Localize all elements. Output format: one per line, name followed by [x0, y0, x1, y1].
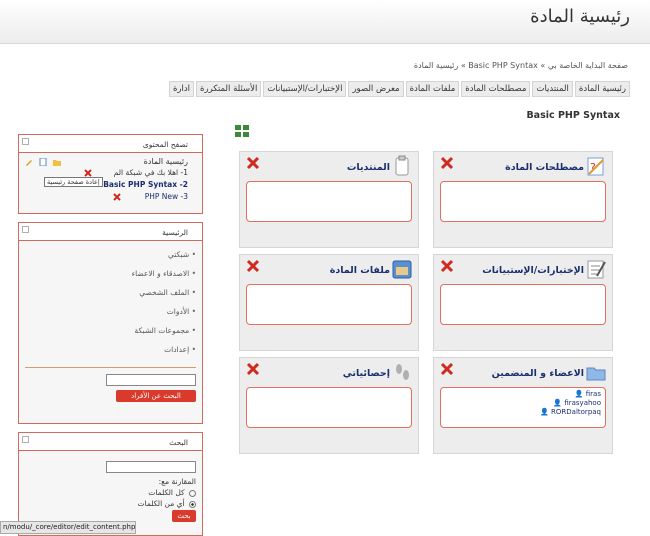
tree-item-3[interactable]: PHP New -3: [145, 192, 188, 201]
close-icon[interactable]: [440, 259, 454, 273]
forums-icon: [395, 155, 409, 176]
panel-glossary-title[interactable]: مصطلحات المادة: [505, 162, 584, 173]
edit-pencil-icon[interactable]: [25, 158, 33, 166]
user-icon: 👤: [574, 390, 584, 398]
people-search-input[interactable]: [106, 374, 196, 386]
panel-members-body: firas 👤 firasyahoo 👤 RORDaltorpaq 👤: [440, 387, 606, 428]
people-search-button[interactable]: البحث عن الأفراد: [116, 390, 196, 402]
radio-button-selected[interactable]: [189, 500, 196, 508]
tab-quizzes[interactable]: الإختبارات/الإستبيانات: [263, 81, 347, 97]
menu-item-tools[interactable]: الأدوات: [19, 302, 202, 321]
tab-admin[interactable]: ادارة: [168, 81, 195, 97]
content-tree: رئيسية المادة 1- اهلا بك في شبكة الم إعا…: [19, 153, 202, 205]
radio-button[interactable]: [189, 489, 196, 497]
breadcrumb[interactable]: صفحة البداية الخاصة بي » Basic PHP Synta…: [414, 61, 628, 70]
radio-any-words[interactable]: أي من الكلمات: [19, 499, 202, 508]
panel-files: ملفات المادة: [239, 254, 419, 351]
tab-forums[interactable]: المنتديات: [532, 81, 573, 97]
main-menu-box: الرئيسية شبكتي الاصدقاء و الاعضاء الملف …: [18, 222, 203, 424]
folder-icon[interactable]: [53, 158, 61, 166]
member-item[interactable]: firas 👤: [441, 390, 605, 399]
panel-quizzes-body: [440, 284, 606, 325]
menu-item-network-groups[interactable]: مجموعات الشبكة: [19, 321, 202, 340]
panel-quizzes: الإختبارات/الإستبيانات: [433, 254, 613, 351]
user-icon: 👤: [540, 408, 549, 416]
page-title: رئيسية المادة: [530, 6, 630, 27]
close-icon[interactable]: [246, 259, 260, 273]
browse-content-box: تصفح المحتوى رئيسية المادة 1- اهلا بك في…: [18, 134, 203, 214]
page-header: رئيسية المادة: [0, 0, 650, 44]
menu-item-profile[interactable]: الملف الشخصي: [19, 283, 202, 302]
panel-members: الاعضاء و المنضمين firas 👤 firasyahoo 👤 …: [433, 357, 613, 454]
main-box-title: الرئيسية: [162, 228, 188, 237]
member-item[interactable]: firasyahoo 👤: [441, 399, 605, 408]
tab-faq[interactable]: الأسئلة المتكررة: [196, 81, 262, 97]
panel-quizzes-title[interactable]: الإختبارات/الإستبيانات: [482, 265, 584, 276]
close-icon[interactable]: [440, 156, 454, 170]
delete-icon[interactable]: [113, 193, 121, 201]
tab-course-home[interactable]: رئيسية المادة: [574, 81, 630, 97]
close-icon[interactable]: [246, 362, 260, 376]
panel-stats-body: [246, 387, 412, 428]
course-tabs: رئيسية المادة المنتديات مصطلحات المادة م…: [168, 81, 630, 97]
menu-item-friends[interactable]: الاصدقاء و الاعضاء: [19, 264, 202, 283]
footprints-icon: [396, 364, 409, 380]
tab-files[interactable]: ملفات المادة: [405, 81, 460, 97]
delete-icon[interactable]: [84, 169, 92, 177]
glossary-icon: ?: [587, 157, 604, 176]
quiz-icon: [587, 260, 606, 279]
search-input[interactable]: [106, 461, 196, 473]
members-icon: [586, 367, 606, 381]
main-menu-list: شبكتي الاصدقاء و الاعضاء الملف الشخصي ال…: [19, 241, 202, 359]
files-icon: [392, 260, 412, 279]
match-label: المقارنة مع:: [158, 477, 196, 486]
search-box-title: البحث: [169, 438, 188, 447]
tab-gallery[interactable]: معرض الصور: [348, 81, 404, 97]
menu-item-settings[interactable]: إعدادات: [19, 340, 202, 359]
close-icon[interactable]: [246, 156, 260, 170]
panel-stats-title[interactable]: إحصائياتي: [343, 368, 390, 379]
collapse-box-icon[interactable]: [22, 436, 29, 443]
menu-item-my-network[interactable]: شبكتي: [19, 245, 202, 264]
panel-stats: إحصائياتي: [239, 357, 419, 454]
user-icon: 👤: [553, 399, 563, 407]
document-icon[interactable]: [39, 157, 47, 167]
panel-forums: المنتديات: [239, 151, 419, 248]
status-bar-url: n/modu/_core/editor/edit_content.php: [0, 521, 137, 534]
panel-members-title[interactable]: الاعضاء و المنضمين: [492, 368, 584, 379]
panel-files-title[interactable]: ملفات المادة: [330, 265, 390, 276]
collapse-box-icon[interactable]: [22, 226, 29, 233]
tab-glossary[interactable]: مصطلحات المادة: [461, 81, 531, 97]
tooltip-reset-home: إعادة صفحة رئيسية: [44, 177, 103, 187]
tree-root[interactable]: رئيسية المادة: [144, 157, 188, 166]
panel-glossary-body: [440, 181, 606, 222]
panel-forums-title[interactable]: المنتديات: [347, 162, 390, 173]
divider: [25, 367, 196, 368]
search-button[interactable]: بحث: [172, 510, 196, 522]
radio-all-words[interactable]: كل الكلمات: [19, 488, 202, 497]
tree-item-2[interactable]: Basic PHP Syntax -2: [103, 180, 188, 189]
browse-box-title: تصفح المحتوى: [142, 140, 188, 149]
course-name: Basic PHP Syntax: [526, 110, 620, 121]
panel-files-body: [246, 284, 412, 325]
close-icon[interactable]: [440, 362, 454, 376]
panel-glossary: ? مصطلحات المادة: [433, 151, 613, 248]
collapse-box-icon[interactable]: [22, 138, 29, 145]
panel-forums-body: [246, 181, 412, 222]
member-item[interactable]: RORDaltorpaq 👤: [441, 408, 605, 417]
layout-grid-icon[interactable]: [235, 125, 250, 139]
tree-item-1[interactable]: 1- اهلا بك في شبكة الم: [114, 168, 188, 177]
